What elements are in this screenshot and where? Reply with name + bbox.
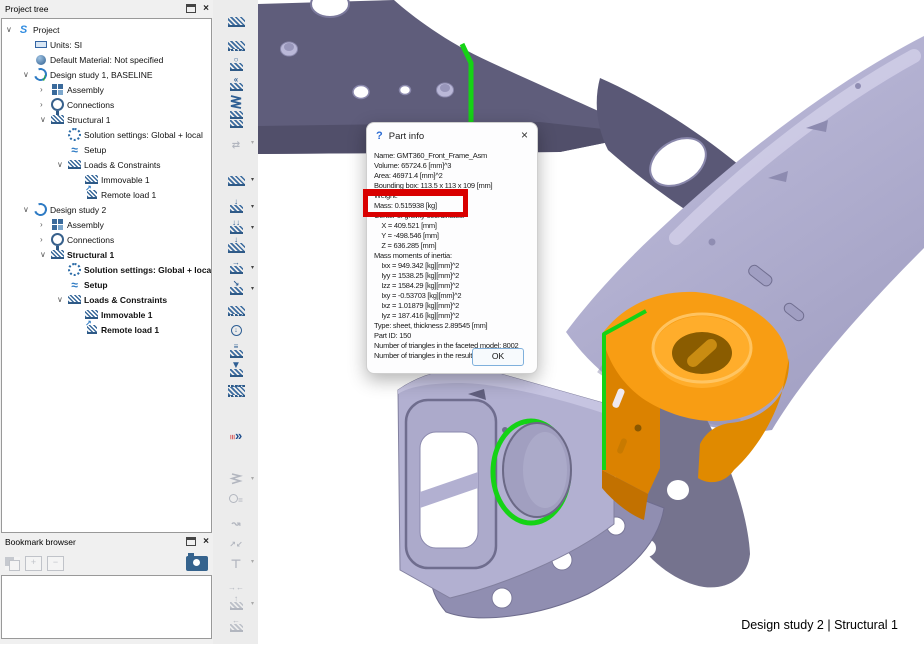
bookmark-stack-icon[interactable] [5,556,20,571]
tree-item-immovable-2[interactable]: Immovable 1 [2,307,211,322]
tree-item-default-material[interactable]: Default Material: Not specified [2,52,211,67]
float-panel-icon[interactable] [186,537,197,546]
tree-item-design-study-1[interactable]: ∨Design study 1, BASELINE [2,65,211,84]
resize-connection-icon[interactable]: ↗↙ [220,529,252,549]
tree-item-project[interactable]: ∨Project [2,22,211,37]
spring-connector-icon[interactable]: ▾ [220,466,254,485]
virtual-connector-icon[interactable]: = [220,489,252,508]
camera-icon[interactable] [186,552,208,571]
gear-icon [68,128,81,141]
bolt-nut-icon[interactable]: ⊤ ▾ [220,549,254,570]
design-study-icon [31,65,50,84]
assembly-icon [52,219,63,230]
connector-icon[interactable]: ⇄ ▾ [220,130,254,151]
bookmark-browser-titlebar: Bookmark browser × [1,534,212,551]
torque-icon[interactable]: ↓ [220,234,252,253]
tree-item-setup-1[interactable]: Setup [2,142,211,157]
tree-item-remote-load-1[interactable]: Remote load 1 [2,184,211,202]
distributed-load-icon[interactable]: ▾ [220,167,254,186]
mass-highlight-annotation [363,189,468,217]
close-panel-icon[interactable]: × [203,3,209,13]
tree-item-solution-settings-1[interactable]: Solution settings: Global + local [2,127,211,142]
inertia-relief-icon[interactable]: ▼ [220,358,252,377]
help-icon: ? [376,130,383,142]
dynamic-load-icon[interactable] [220,378,252,397]
gear-icon [68,263,81,276]
remote-load-icon [86,190,97,199]
add-bookmark-icon[interactable]: + [25,555,42,571]
spot-weld-icon[interactable]: ↑ ▾ [220,591,254,610]
tree-item-setup-2[interactable]: Setup [2,277,211,292]
bookmark-list[interactable] [1,575,212,639]
assembly-icon [52,84,63,95]
tree-item-solution-settings-2[interactable]: Solution settings: Global + local [2,262,211,277]
project-tree-title: Project tree [5,4,49,14]
immovable-support-icon[interactable] [220,8,252,27]
sliding-support-icon[interactable] [220,32,252,51]
structural-icon [51,250,64,259]
setup-icon [68,279,81,291]
part-info-dialog: ? Part info × Name: GMT360_Front_Frame_As… [363,122,538,374]
float-panel-icon[interactable] [186,4,197,13]
remove-bookmark-icon[interactable]: − [47,555,64,571]
project-tree-panel: Project tree × ∨Project Units: SI Defaul… [1,1,212,533]
gravity-load-icon[interactable]: ↓ [220,317,252,336]
close-dialog-icon[interactable]: × [521,128,528,142]
bearing-load-icon[interactable]: ↘ ▾ [220,276,254,295]
3d-model-view[interactable] [258,0,924,644]
tree-item-structural-2[interactable]: ∨ Structural 1 [2,245,211,262]
seam-weld-icon[interactable]: ← [220,613,252,632]
3d-viewport[interactable]: Design study 2 | Structural 1 [258,0,924,644]
remote-load-icon [86,325,97,334]
spring-support-icon[interactable] [220,90,252,109]
loads-toolbar: ○ « ⇄ ▾ ▾ ↓ ▾ ↓↓ ▾ ↓ → ▾ ↘ ▾ ↓ ≡ ▼ ≡» ▾ = ↝ ↗… [213,0,259,644]
setup-icon [68,144,81,156]
close-panel-icon[interactable]: × [203,536,209,546]
hinge-support-icon[interactable]: « [220,72,252,91]
project-tree: ∨Project Units: SI Default Material: Not… [1,18,212,533]
ok-button[interactable]: OK [472,348,524,366]
connections-icon [51,98,64,111]
tree-item-assembly-2[interactable]: › Assembly [2,217,211,232]
tree-item-connections-1[interactable]: › Connections [2,97,211,112]
remote-load-icon[interactable]: → ▾ [220,255,254,274]
tree-item-immovable-1[interactable]: Immovable 1 [2,172,211,187]
thermal-load-icon[interactable] [220,297,252,316]
part-info-body: Name: GMT360_Front_Frame_Asm Volume: 657… [367,147,537,361]
simsolid-logo-icon [17,24,30,36]
tree-item-loads-constraints-1[interactable]: ∨ Loads & Constraints [2,157,211,172]
material-icon [35,54,46,65]
tree-item-units[interactable]: Units: SI [2,37,211,52]
prescribed-displacement-icon[interactable] [220,109,252,128]
bookmark-browser-panel: Bookmark browser × + − [1,534,212,639]
connections-icon [51,233,64,246]
force-icon[interactable]: ↓ ▾ [220,194,254,213]
tree-item-remote-load-2[interactable]: Remote load 1 [2,319,211,337]
tree-item-design-study-2[interactable]: ∨ Design study 2 [2,200,211,219]
tree-item-connections-2[interactable]: › Connections [2,232,211,247]
response-graph-icon[interactable]: ↝ [220,509,252,530]
tree-item-loads-constraints-2[interactable]: ∨ Loads & Constraints [2,292,211,307]
bookmark-browser-title: Bookmark browser [5,537,76,547]
pressure-icon[interactable]: ↓↓ ▾ [220,215,254,234]
active-study-status: Design study 2 | Structural 1 [741,618,898,632]
design-study-icon [31,200,50,219]
project-tree-titlebar: Project tree × [1,1,212,18]
hydrostatic-load-icon[interactable]: ≡ [220,339,252,358]
tree-item-assembly-1[interactable]: › Assembly [2,82,211,97]
bookmark-toolbar: + − [1,551,212,575]
flow-icon[interactable]: ≡» [220,426,252,445]
left-dock: Project tree × ∨Project Units: SI Defaul… [0,0,213,644]
units-icon [34,41,47,48]
loads-constraints-icon [68,295,81,304]
loads-constraints-icon [68,160,81,169]
part-info-titlebar[interactable]: ? Part info × [367,123,537,147]
dialog-title: Part info [388,131,425,142]
structural-icon [51,115,64,124]
pin-support-icon[interactable]: ○ [220,52,252,71]
separate-contact-icon[interactable]: →← [220,572,252,592]
tree-item-structural-1[interactable]: ∨ Structural 1 [2,110,211,127]
